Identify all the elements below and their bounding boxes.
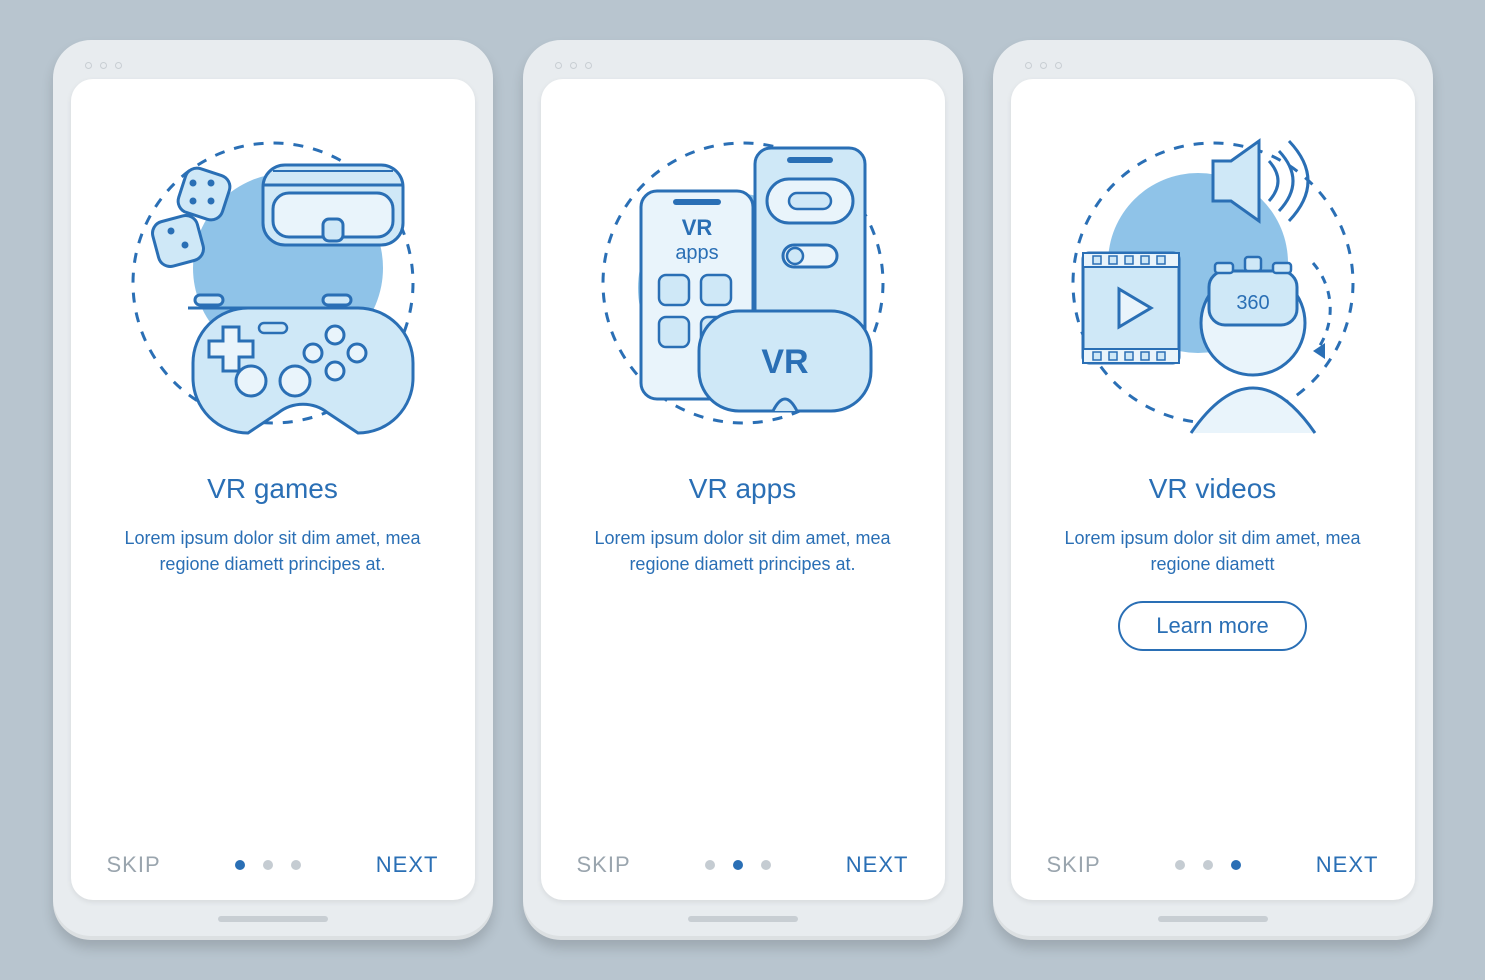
page-dot-2[interactable] <box>733 860 743 870</box>
vr-headset-icon <box>263 165 403 245</box>
onboarding-screen-3: 360 VR videos Lorem ipsum dolor sit dim … <box>1011 79 1415 900</box>
phone-frame-3: 360 VR videos Lorem ipsum dolor sit dim … <box>993 40 1433 940</box>
screen-title: VR videos <box>1149 473 1277 505</box>
page-dot-2[interactable] <box>263 860 273 870</box>
skip-button[interactable]: SKIP <box>107 852 161 878</box>
svg-text:VR: VR <box>681 215 712 240</box>
vr-videos-illustration: 360 <box>1053 113 1373 443</box>
gamepad-icon <box>188 295 413 433</box>
phone-frame-2: VR apps VR VR apps Lorem ipsum dolor sit… <box>523 40 963 940</box>
notch-dots <box>1011 58 1415 69</box>
vr-games-illustration <box>113 113 433 443</box>
svg-text:VR: VR <box>761 343 808 381</box>
svg-text:360: 360 <box>1236 292 1269 314</box>
onboarding-footer: SKIP NEXT <box>1041 852 1385 878</box>
screen-title: VR apps <box>689 473 796 505</box>
vr-apps-illustration: VR apps VR <box>583 113 903 443</box>
onboarding-screen-2: VR apps VR VR apps Lorem ipsum dolor sit… <box>541 79 945 900</box>
phone-frame-1: VR games Lorem ipsum dolor sit dim amet,… <box>53 40 493 940</box>
person-vr-icon: 360 <box>1191 257 1330 433</box>
onboarding-screen-1: VR games Lorem ipsum dolor sit dim amet,… <box>71 79 475 900</box>
screen-title: VR games <box>207 473 338 505</box>
screen-desc: Lorem ipsum dolor sit dim amet, mea regi… <box>113 525 433 577</box>
page-dot-1[interactable] <box>705 860 715 870</box>
page-dot-3[interactable] <box>1231 860 1241 870</box>
onboarding-footer: SKIP NEXT <box>571 852 915 878</box>
onboarding-footer: SKIP NEXT <box>101 852 445 878</box>
home-bar <box>1158 916 1268 922</box>
next-button[interactable]: NEXT <box>846 852 909 878</box>
screen-desc: Lorem ipsum dolor sit dim amet, mea regi… <box>583 525 903 577</box>
learn-more-button[interactable]: Learn more <box>1118 601 1307 651</box>
page-dots <box>705 860 771 870</box>
page-dots <box>1175 860 1241 870</box>
skip-button[interactable]: SKIP <box>577 852 631 878</box>
page-dot-1[interactable] <box>235 860 245 870</box>
page-dot-3[interactable] <box>761 860 771 870</box>
home-bar <box>688 916 798 922</box>
skip-button[interactable]: SKIP <box>1047 852 1101 878</box>
vr-goggles-icon: VR <box>699 311 871 411</box>
screen-desc: Lorem ipsum dolor sit dim amet, mea regi… <box>1053 525 1373 577</box>
page-dots <box>235 860 301 870</box>
page-dot-3[interactable] <box>291 860 301 870</box>
next-button[interactable]: NEXT <box>376 852 439 878</box>
film-strip-icon <box>1083 253 1179 363</box>
svg-text:apps: apps <box>675 242 718 264</box>
home-bar <box>218 916 328 922</box>
next-button[interactable]: NEXT <box>1316 852 1379 878</box>
page-dot-2[interactable] <box>1203 860 1213 870</box>
notch-dots <box>71 58 475 69</box>
page-dot-1[interactable] <box>1175 860 1185 870</box>
notch-dots <box>541 58 945 69</box>
